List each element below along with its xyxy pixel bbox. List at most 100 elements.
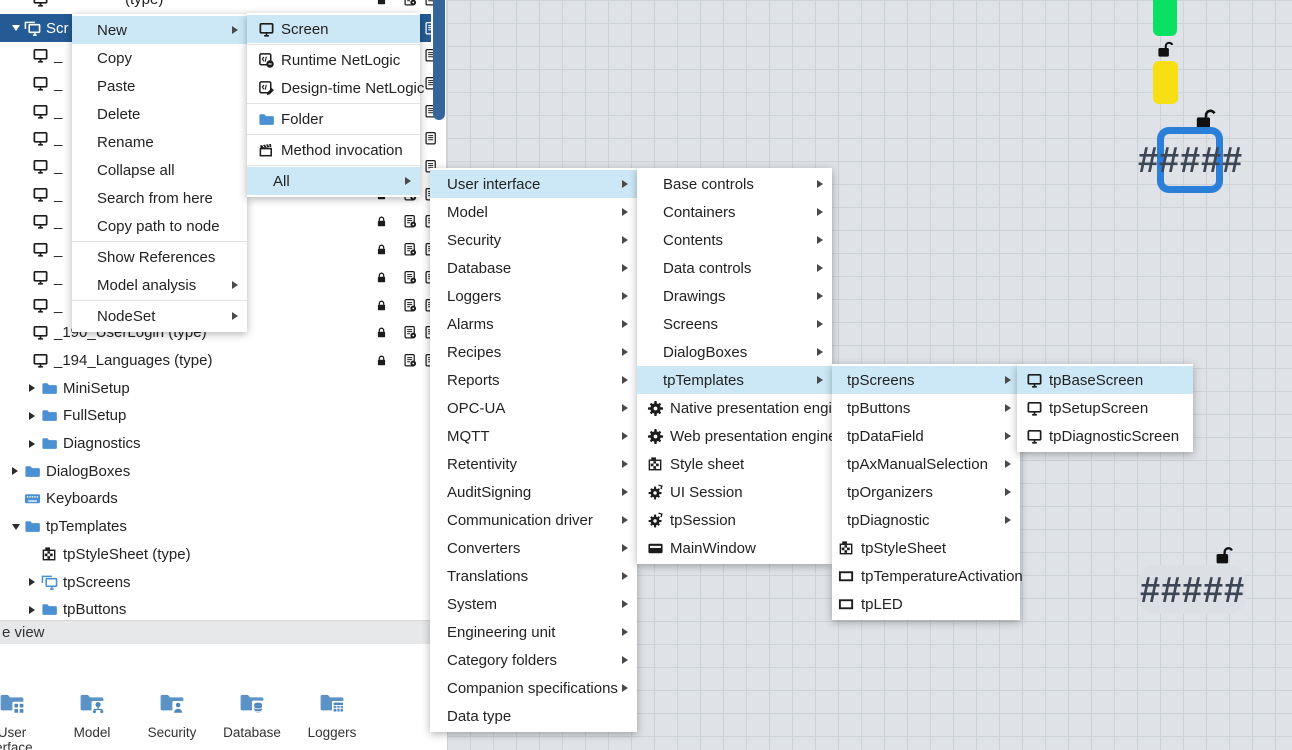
menu-item-data-type[interactable]: Data type bbox=[430, 702, 637, 730]
menu-item-tpdatafield[interactable]: tpDataField bbox=[832, 422, 1020, 450]
tree-row-keyboards[interactable]: Keyboards bbox=[0, 485, 431, 513]
menu-item-search-from-here[interactable]: Search from here bbox=[72, 184, 247, 212]
menu-item-recipes[interactable]: Recipes bbox=[430, 338, 637, 366]
submenu-arrow-icon bbox=[622, 264, 628, 272]
menu-item-screen[interactable]: Screen bbox=[247, 15, 420, 43]
menu-item-ui-session[interactable]: UI Session bbox=[637, 478, 832, 506]
menu-item-style-sheet[interactable]: Style sheet bbox=[637, 450, 832, 478]
menu-item-new[interactable]: New bbox=[72, 16, 247, 44]
menu-item-dialogboxes[interactable]: DialogBoxes bbox=[637, 338, 832, 366]
menu-item-database[interactable]: Database bbox=[430, 254, 637, 282]
menu-item-companion-specifications[interactable]: Companion specifications bbox=[430, 674, 637, 702]
data-field-placeholder[interactable]: ##### bbox=[1126, 142, 1254, 178]
menu-item-rename[interactable]: Rename bbox=[72, 128, 247, 156]
menu-item-system[interactable]: System bbox=[430, 590, 637, 618]
expand-arrow-icon[interactable] bbox=[29, 440, 41, 448]
menu-item-tpdiagnostic[interactable]: tpDiagnostic bbox=[832, 506, 1020, 534]
menu-item-user-interface[interactable]: User interface bbox=[430, 170, 637, 198]
menu-item-copy[interactable]: Copy bbox=[72, 44, 247, 72]
menu-item-copy-path-to-node[interactable]: Copy path to node bbox=[72, 212, 247, 240]
menu-item-label: User interface bbox=[447, 176, 540, 193]
menu-item-engineering-unit[interactable]: Engineering unit bbox=[430, 618, 637, 646]
menu-item-drawings[interactable]: Drawings bbox=[637, 282, 832, 310]
menu-item-model[interactable]: Model bbox=[430, 198, 637, 226]
expand-arrow-icon[interactable] bbox=[29, 578, 41, 586]
menu-item-method-invocation[interactable]: Method invocation bbox=[247, 136, 420, 164]
menu-item-tptemperatureactivation[interactable]: tpTemperatureActivation bbox=[832, 562, 1020, 590]
tree-row-fullsetup[interactable]: FullSetup bbox=[0, 402, 431, 430]
menu-item-tpdiagnosticscreen[interactable]: tpDiagnosticScreen bbox=[1017, 422, 1193, 450]
menu-item-tpaxmanualselection[interactable]: tpAxManualSelection bbox=[832, 450, 1020, 478]
menu-item-base-controls[interactable]: Base controls bbox=[637, 170, 832, 198]
menu-item-category-folders[interactable]: Category folders bbox=[430, 646, 637, 674]
tree-row-label: _ bbox=[54, 213, 62, 230]
menu-item-retentivity[interactable]: Retentivity bbox=[430, 450, 637, 478]
menu-item-native-presentation-engine[interactable]: Native presentation engine bbox=[637, 394, 832, 422]
menu-item-web-presentation-engine[interactable]: Web presentation engine bbox=[637, 422, 832, 450]
menu-item-containers[interactable]: Containers bbox=[637, 198, 832, 226]
menu-item-tpsession[interactable]: tpSession bbox=[637, 506, 832, 534]
menu-item-opc-ua[interactable]: OPC-UA bbox=[430, 394, 637, 422]
tree-row-label: Scr bbox=[46, 20, 69, 37]
menu-item-translations[interactable]: Translations bbox=[430, 562, 637, 590]
tree-row-dialogboxes[interactable]: DialogBoxes bbox=[0, 457, 431, 485]
menu-item-show-references[interactable]: Show References bbox=[72, 243, 247, 271]
tree-scrollbar-thumb[interactable] bbox=[433, 0, 445, 120]
menu-item-tptemplates[interactable]: tpTemplates bbox=[637, 366, 832, 394]
menu-item-runtime-netlogic[interactable]: Runtime NetLogic bbox=[247, 46, 420, 74]
type-view-bar[interactable]: e view bbox=[0, 620, 447, 644]
tree-row-tpscreens[interactable]: tpScreens bbox=[0, 568, 431, 596]
tree-row-tpstylesheet-type[interactable]: tpStyleSheet (type) bbox=[0, 540, 431, 568]
menu-item-communication-driver[interactable]: Communication driver bbox=[430, 506, 637, 534]
shortcut-security[interactable]: Security bbox=[137, 690, 207, 740]
menu-item-auditsigning[interactable]: AuditSigning bbox=[430, 478, 637, 506]
menu-item-tpscreens[interactable]: tpScreens bbox=[832, 366, 1020, 394]
menu-item-model-analysis[interactable]: Model analysis bbox=[72, 271, 247, 299]
expand-arrow-icon[interactable] bbox=[12, 467, 24, 475]
menu-item-tporganizers[interactable]: tpOrganizers bbox=[832, 478, 1020, 506]
menu-item-all[interactable]: All bbox=[247, 167, 420, 195]
menu-item-delete[interactable]: Delete bbox=[72, 100, 247, 128]
menu-item-tpstylesheet[interactable]: tpStyleSheet bbox=[832, 534, 1020, 562]
menu-item-tpsetupscreen[interactable]: tpSetupScreen bbox=[1017, 394, 1193, 422]
tree-row-tptemplates[interactable]: tpTemplates bbox=[0, 513, 431, 541]
expand-arrow-icon[interactable] bbox=[29, 412, 41, 420]
shortcut-label: Database bbox=[217, 725, 287, 740]
menu-item-security[interactable]: Security bbox=[430, 226, 637, 254]
menu-item-label: tpButtons bbox=[847, 400, 910, 417]
menu-item-data-controls[interactable]: Data controls bbox=[637, 254, 832, 282]
menu-item-mqtt[interactable]: MQTT bbox=[430, 422, 637, 450]
tree-row-partial-top[interactable]: (type) bbox=[0, 0, 431, 13]
menu-item-reports[interactable]: Reports bbox=[430, 366, 637, 394]
menu-item-nodeset[interactable]: NodeSet bbox=[72, 302, 247, 330]
shortcut-loggers[interactable]: Loggers bbox=[297, 690, 367, 740]
menu-item-tpbasescreen[interactable]: tpBaseScreen bbox=[1017, 366, 1193, 394]
menu-item-converters[interactable]: Converters bbox=[430, 534, 637, 562]
menu-item-design-time-netlogic[interactable]: Design-time NetLogic bbox=[247, 74, 420, 102]
menu-item-screens[interactable]: Screens bbox=[637, 310, 832, 338]
menu-item-paste[interactable]: Paste bbox=[72, 72, 247, 100]
menu-item-alarms[interactable]: Alarms bbox=[430, 310, 637, 338]
collapse-arrow-icon[interactable] bbox=[12, 25, 24, 31]
menu-item-loggers[interactable]: Loggers bbox=[430, 282, 637, 310]
tree-row-diagnostics[interactable]: Diagnostics bbox=[0, 430, 431, 458]
shortcut-database[interactable]: Database bbox=[217, 690, 287, 740]
shortcut-user[interactable]: User terface bbox=[0, 690, 47, 750]
shortcut-model[interactable]: Model bbox=[57, 690, 127, 740]
menu-item-tpled[interactable]: tpLED bbox=[832, 590, 1020, 618]
menu-item-contents[interactable]: Contents bbox=[637, 226, 832, 254]
menu-item-tpbuttons[interactable]: tpButtons bbox=[832, 394, 1020, 422]
menu-item-folder[interactable]: Folder bbox=[247, 105, 420, 133]
data-field-placeholder[interactable]: ##### bbox=[1128, 572, 1256, 608]
collapse-arrow-icon[interactable] bbox=[12, 524, 24, 530]
green-rectangle-element[interactable] bbox=[1153, 0, 1177, 36]
menu-item-collapse-all[interactable]: Collapse all bbox=[72, 156, 247, 184]
expand-arrow-icon[interactable] bbox=[29, 384, 41, 392]
tree-row-minisetup[interactable]: MiniSetup bbox=[0, 374, 431, 402]
expand-arrow-icon[interactable] bbox=[29, 606, 41, 614]
tree-row-label: _ bbox=[54, 75, 62, 92]
yellow-rectangle-element[interactable] bbox=[1153, 61, 1178, 104]
tree-row-194-languages-type[interactable]: _194_Languages (type) bbox=[0, 346, 431, 374]
tree-row-tpbuttons[interactable]: tpButtons bbox=[0, 596, 431, 620]
menu-item-mainwindow[interactable]: MainWindow bbox=[637, 534, 832, 562]
